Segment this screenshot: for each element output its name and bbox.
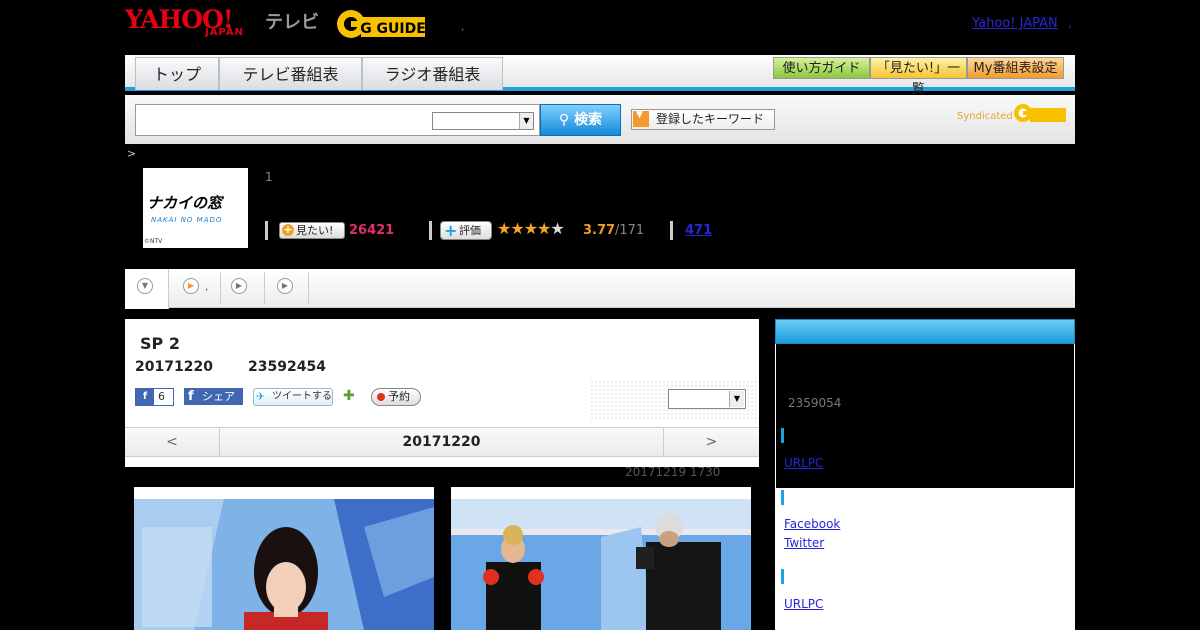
watchlist-button[interactable]: 「見たい!」一覧	[870, 57, 967, 97]
episode-number: 1	[265, 170, 273, 184]
current-date: 20171220	[402, 434, 481, 450]
page: YAHOO! JAPAN テレビ G GUIDE , Yahoo! JAPAN …	[0, 0, 1200, 630]
record-dot-icon	[377, 393, 385, 401]
episode-date: 20171220	[135, 359, 213, 375]
tab-separator	[220, 272, 221, 304]
usage-guide-button[interactable]: 使い方ガイド	[773, 57, 870, 79]
yahoo-japan-text: JAPAN	[205, 27, 244, 38]
tab-separator	[308, 272, 309, 304]
section-marker	[781, 490, 784, 505]
divider	[265, 221, 268, 240]
sidebar-url-link-1[interactable]: URLPC	[784, 456, 823, 470]
episode-title: SP 2	[140, 334, 180, 353]
header-dot: ,	[461, 22, 465, 33]
updated-timestamp: 20171219 1730	[625, 465, 721, 479]
twitter-link[interactable]: Twitter	[784, 536, 824, 550]
gguide-small-logo	[1014, 104, 1066, 122]
search-button[interactable]: ⚲ 検索	[540, 104, 621, 136]
tab-separator	[264, 272, 265, 304]
my-schedule-settings-button[interactable]: My番組表設定	[967, 57, 1064, 79]
play-icon[interactable]: ▶	[231, 278, 247, 294]
review-count-link[interactable]: 471	[685, 223, 712, 238]
add-bookmark-icon[interactable]: ✚	[343, 388, 359, 404]
episode-photo-1[interactable]	[134, 487, 434, 630]
facebook-icon: f	[136, 389, 154, 405]
twitter-bird-icon: ✈	[256, 390, 266, 403]
section-marker	[781, 428, 784, 443]
sidebar-header	[775, 319, 1075, 344]
star-icon: ★	[523, 219, 538, 238]
want-to-watch-count: 26421	[349, 223, 395, 238]
next-date-button[interactable]: >	[663, 428, 759, 456]
chevron-down-icon[interactable]: ▼	[729, 391, 744, 407]
section-marker	[781, 569, 784, 584]
episode-view-count: 23592454	[248, 359, 326, 375]
yahoo-japan-link[interactable]: Yahoo! JAPAN	[972, 16, 1058, 31]
star-half-icon: ★	[537, 219, 551, 238]
facebook-link[interactable]: Facebook	[784, 517, 840, 531]
search-button-label: 検索	[574, 112, 603, 128]
nav-tab-tv-schedule[interactable]: テレビ番組表	[219, 57, 362, 90]
content-tab-strip	[125, 269, 1075, 308]
chevron-down-icon[interactable]: ▼	[519, 113, 533, 129]
search-icon: ⚲	[558, 112, 575, 128]
sidebar-count: 2359054	[788, 396, 842, 410]
program-logo-text: ナカイの窓	[147, 194, 223, 212]
nav-tab-top[interactable]: トップ	[135, 57, 219, 90]
syndicated-label: Syndicated	[957, 111, 1013, 122]
play-icon[interactable]: ▶	[183, 278, 199, 294]
facebook-icon: f	[188, 389, 194, 404]
chevron-down-icon[interactable]: ▼	[137, 278, 153, 294]
play-icon[interactable]: ▶	[277, 278, 293, 294]
divider	[670, 221, 673, 240]
sidebar-url-link-2[interactable]: URLPC	[784, 597, 823, 611]
rating-stars: ★★★★★	[497, 219, 565, 238]
divider	[429, 221, 432, 240]
gguide-logo[interactable]: G GUIDE	[335, 8, 430, 40]
rating-count: /171	[615, 223, 645, 238]
star-icon: ★	[510, 219, 524, 238]
tab-suffix: ,	[205, 282, 209, 293]
nav-tab-radio-schedule[interactable]: ラジオ番組表	[362, 57, 503, 90]
breadcrumb[interactable]: >	[127, 147, 136, 160]
star-icon: ★	[497, 219, 511, 238]
program-logo-copyright: ©NTV	[144, 238, 163, 245]
gguide-logo-text: G GUIDE	[360, 21, 426, 37]
plus-icon: +	[444, 221, 458, 240]
rating-value: 3.77	[583, 223, 616, 238]
tv-logo-text: テレビ	[265, 12, 319, 33]
plus-icon: +	[282, 223, 294, 236]
triangle-down-icon: ▼	[636, 110, 643, 120]
yahoo-link-suffix: ,	[1068, 16, 1073, 31]
prev-date-button[interactable]: <	[125, 428, 220, 456]
episode-photo-2[interactable]	[451, 487, 751, 630]
star-empty-icon: ★	[550, 219, 564, 238]
program-logo-subtext: NAKAI NO MADO	[151, 216, 223, 224]
saved-keywords-button[interactable]: 登録したキーワード	[631, 109, 775, 130]
